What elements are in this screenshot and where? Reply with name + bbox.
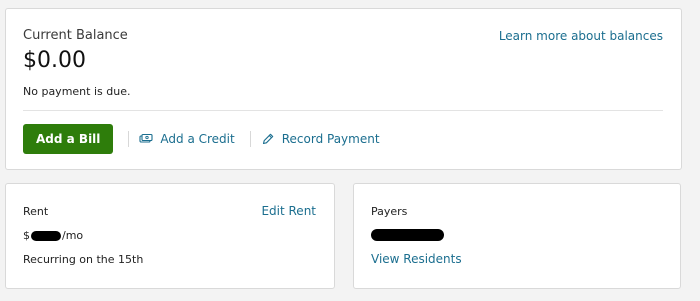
balance-actions: Add a Bill Add a Credit Record Payment bbox=[23, 124, 380, 154]
rent-amount: $ /mo bbox=[23, 229, 83, 242]
divider bbox=[23, 110, 663, 111]
balance-note: No payment is due. bbox=[23, 85, 131, 98]
rent-card: Rent Edit Rent $ /mo Recurring on the 15… bbox=[5, 183, 335, 289]
balance-card: Current Balance $0.00 No payment is due.… bbox=[5, 8, 682, 170]
rent-currency: $ bbox=[23, 229, 30, 242]
credit-bills-icon bbox=[139, 133, 153, 145]
learn-more-link[interactable]: Learn more about balances bbox=[499, 29, 663, 43]
payers-title: Payers bbox=[371, 205, 408, 218]
pencil-icon bbox=[261, 133, 275, 145]
rent-recurring: Recurring on the 15th bbox=[23, 253, 144, 266]
balance-label: Current Balance bbox=[23, 28, 128, 43]
payers-card: Payers View Residents bbox=[353, 183, 681, 289]
view-residents-link[interactable]: View Residents bbox=[371, 252, 462, 266]
edit-rent-link[interactable]: Edit Rent bbox=[261, 204, 316, 218]
balance-amount: $0.00 bbox=[23, 48, 86, 73]
action-separator bbox=[128, 131, 130, 147]
action-separator bbox=[249, 131, 251, 147]
record-payment-link[interactable]: Record Payment bbox=[261, 132, 380, 146]
redacted-payer-name bbox=[371, 229, 444, 241]
redacted-amount bbox=[31, 230, 61, 241]
add-bill-button[interactable]: Add a Bill bbox=[23, 124, 114, 154]
add-credit-link[interactable]: Add a Credit bbox=[139, 132, 235, 146]
rent-period: /mo bbox=[62, 229, 84, 242]
add-credit-label: Add a Credit bbox=[160, 132, 235, 146]
record-payment-label: Record Payment bbox=[281, 132, 380, 146]
rent-title: Rent bbox=[23, 205, 49, 218]
